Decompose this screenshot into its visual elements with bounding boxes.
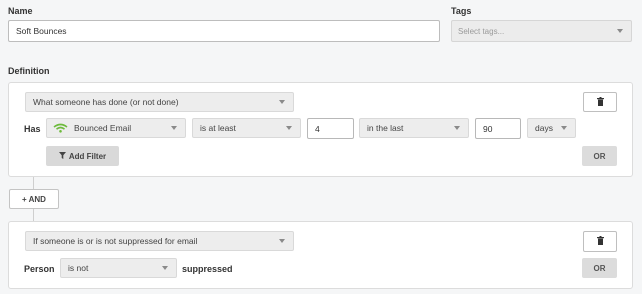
operator-value: is at least bbox=[200, 123, 236, 133]
chevron-down-icon bbox=[561, 126, 567, 130]
timeframe-select[interactable]: in the last bbox=[359, 118, 469, 138]
chevron-down-icon bbox=[279, 100, 285, 104]
delete-condition-button-1[interactable] bbox=[583, 92, 617, 112]
period-value-input[interactable]: 90 bbox=[475, 118, 521, 139]
wifi-signal-icon bbox=[53, 123, 68, 133]
operator-select-1[interactable]: is at least bbox=[192, 118, 301, 138]
name-input[interactable]: Soft Bounces bbox=[8, 20, 440, 42]
delete-condition-button-2[interactable] bbox=[583, 231, 617, 252]
add-filter-button[interactable]: Add Filter bbox=[46, 146, 119, 166]
suppressed-label: suppressed bbox=[182, 264, 233, 274]
or-button-1[interactable]: OR bbox=[582, 146, 617, 166]
person-label: Person bbox=[24, 264, 55, 274]
operator-select-2[interactable]: is not bbox=[60, 258, 177, 278]
condition-type-value: What someone has done (or not done) bbox=[33, 97, 179, 107]
chevron-down-icon bbox=[171, 126, 177, 130]
name-label: Name bbox=[8, 6, 33, 16]
chevron-down-icon bbox=[617, 29, 623, 33]
chevron-down-icon bbox=[162, 266, 168, 270]
condition-type-value: If someone is or is not suppressed for e… bbox=[33, 236, 198, 246]
chevron-down-icon bbox=[454, 126, 460, 130]
tags-label: Tags bbox=[451, 6, 472, 16]
definition-label: Definition bbox=[8, 66, 50, 76]
trash-icon bbox=[596, 236, 604, 247]
chevron-down-icon bbox=[286, 126, 292, 130]
count-input[interactable]: 4 bbox=[307, 118, 354, 139]
and-button[interactable]: + AND bbox=[9, 189, 59, 209]
period-unit-value: days bbox=[535, 123, 553, 133]
period-unit-select[interactable]: days bbox=[527, 118, 576, 138]
connector-line bbox=[33, 177, 34, 189]
trash-icon bbox=[596, 96, 604, 108]
timeframe-value: in the last bbox=[367, 123, 404, 133]
add-filter-label: Add Filter bbox=[68, 151, 107, 161]
condition-type-select-1[interactable]: What someone has done (or not done) bbox=[25, 92, 294, 112]
condition-type-select-2[interactable]: If someone is or is not suppressed for e… bbox=[25, 231, 294, 251]
filter-icon bbox=[58, 151, 66, 161]
operator-value: is not bbox=[68, 263, 89, 273]
connector-line bbox=[33, 209, 34, 221]
chevron-down-icon bbox=[279, 239, 285, 243]
metric-select[interactable]: Bounced Email bbox=[46, 118, 186, 138]
metric-value: Bounced Email bbox=[74, 123, 132, 133]
or-button-2[interactable]: OR bbox=[582, 258, 617, 278]
has-label: Has bbox=[24, 124, 41, 134]
tags-select[interactable]: Select tags... bbox=[451, 20, 632, 42]
tags-placeholder: Select tags... bbox=[458, 26, 505, 36]
